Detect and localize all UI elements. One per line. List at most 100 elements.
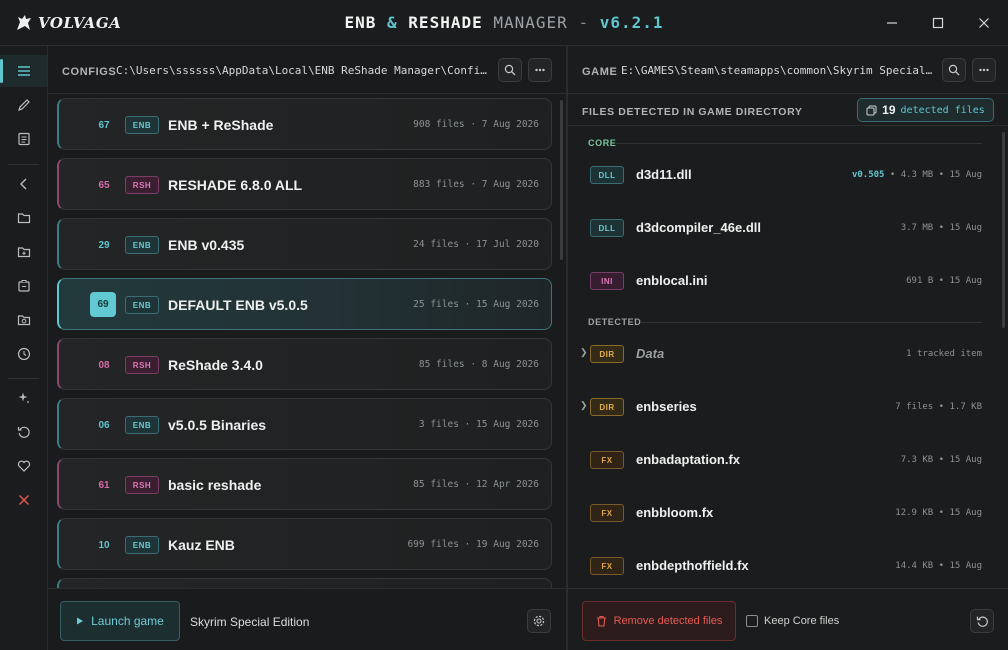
sparkle-icon: [18, 392, 29, 403]
sidebar-item-back[interactable]: [0, 168, 47, 200]
config-type-badge: ENB: [125, 296, 159, 314]
gear-icon: [533, 615, 545, 627]
sidebar-item-configs[interactable]: [0, 55, 47, 87]
file-row-folder[interactable]: ❯ DIR Data 1 tracked item: [568, 329, 1008, 379]
file-row[interactable]: DLL d3d11.dll v0.505 • 4.3 MB • 15 Aug: [568, 150, 1008, 200]
file-meta: 12.9 KB • 15 Aug: [895, 508, 982, 518]
configs-search-button[interactable]: [498, 58, 522, 82]
config-type-badge: ENB: [125, 536, 159, 554]
file-row[interactable]: FX enbdepthoffield.fx 14.4 KB • 15 Aug: [568, 541, 1008, 591]
sidebar-item-add-folder[interactable]: [0, 236, 47, 268]
keep-core-files-label: Keep Core files: [764, 615, 840, 627]
more-icon: [979, 68, 989, 72]
config-number: 06: [98, 420, 110, 431]
configs-scrollbar[interactable]: [560, 100, 563, 260]
config-item[interactable]: 29 ENB ENB v0.435 24 files · 17 Jul 2020: [57, 218, 552, 270]
file-meta: 7.3 KB • 15 Aug: [900, 455, 982, 465]
config-item[interactable]: 08 RSH ReShade 3.4.0 85 files · 8 Aug 20…: [57, 338, 552, 390]
close-button[interactable]: [962, 8, 1006, 38]
document-icon: [17, 132, 30, 146]
title-bar: VOLVAGA ENB & RESHADE MANAGER - v6.2.1: [0, 0, 1008, 46]
config-meta: 3 files · 15 Aug 2026: [418, 419, 539, 430]
config-meta: 699 files · 19 Aug 2026: [407, 539, 539, 550]
game-path[interactable]: E:\GAMES\Steam\steamapps\common\Skyrim S…: [621, 64, 934, 77]
sidebar-item-uninstall[interactable]: [0, 484, 47, 516]
launch-game-button[interactable]: Launch game: [60, 601, 180, 641]
folder-game-icon: [17, 315, 30, 326]
sidebar-item-edit[interactable]: [0, 89, 47, 121]
remove-detected-files-button[interactable]: Remove detected files: [582, 601, 736, 641]
chevron-right-icon[interactable]: ❯: [580, 347, 588, 358]
core-section-line: [616, 143, 982, 144]
game-search-button[interactable]: [942, 58, 966, 82]
package-icon: [17, 280, 30, 292]
config-type-badge: RSH: [125, 476, 159, 494]
config-type-badge: ENB: [125, 236, 159, 254]
config-number: 61: [98, 480, 110, 491]
config-type-badge: ENB: [125, 416, 159, 434]
file-type-badge: DIR: [590, 398, 624, 416]
folder-icon: [17, 213, 30, 224]
file-type-badge: DLL: [590, 219, 624, 237]
config-item[interactable]: 10 ENB Kauz ENB 699 files · 19 Aug 2026: [57, 518, 552, 570]
sidebar-item-favorite[interactable]: [0, 450, 47, 482]
config-name: v5.0.5 Binaries: [168, 417, 267, 433]
keep-core-files-checkbox[interactable]: [746, 615, 758, 627]
sidebar-item-history[interactable]: [0, 338, 47, 370]
files-detected-header: FILES DETECTED IN GAME DIRECTORY 19 dete…: [568, 94, 1008, 126]
configs-more-button[interactable]: [528, 58, 552, 82]
file-meta: 691 B • 15 Aug: [906, 276, 982, 286]
config-number: 29: [98, 240, 110, 251]
play-icon: [77, 617, 84, 625]
detected-files-badge[interactable]: 19 detected files: [857, 98, 994, 122]
sidebar-item-open-folder[interactable]: [0, 202, 47, 234]
config-type-badge: RSH: [125, 356, 159, 374]
file-name: d3dcompiler_46e.dll: [636, 220, 761, 235]
game-name: Skyrim Special Edition: [190, 615, 310, 629]
close-icon: [979, 18, 989, 28]
config-item[interactable]: 67 ENB ENB + ReShade 908 files · 7 Aug 2…: [57, 98, 552, 150]
refresh-button[interactable]: [970, 609, 994, 633]
sidebar-item-log[interactable]: [0, 123, 47, 155]
sidebar-item-restore[interactable]: [0, 416, 47, 448]
sidebar-item-game-folder[interactable]: [0, 304, 47, 336]
configs-path[interactable]: C:\Users\ssssss\AppData\Local\ENB ReShad…: [116, 64, 490, 77]
folder-add-icon: [17, 247, 30, 258]
configs-label: CONFIGS: [62, 66, 117, 78]
minimize-button[interactable]: [870, 8, 914, 38]
file-row[interactable]: FX enbbloom.fx 12.9 KB • 15 Aug: [568, 488, 1008, 538]
config-name: ReShade 3.4.0: [168, 357, 263, 373]
maximize-button[interactable]: [916, 8, 960, 38]
menu-icon: [17, 66, 30, 76]
config-item[interactable]: 65 RSH RESHADE 6.8.0 ALL 883 files · 7 A…: [57, 158, 552, 210]
settings-button[interactable]: [527, 609, 551, 633]
file-meta: 1 tracked item: [906, 349, 982, 359]
game-more-button[interactable]: [972, 58, 996, 82]
file-row[interactable]: FX enbadaptation.fx 7.3 KB • 15 Aug: [568, 435, 1008, 485]
keep-core-files-option[interactable]: Keep Core files: [746, 615, 839, 627]
chevron-right-icon[interactable]: ❯: [580, 400, 588, 411]
configs-panel: CONFIGS C:\Users\ssssss\AppData\Local\EN…: [48, 46, 566, 650]
detected-count: 19: [882, 103, 896, 117]
config-item[interactable]: 61 RSH basic reshade 85 files · 12 Apr 2…: [57, 458, 552, 510]
file-type-badge: DIR: [590, 345, 624, 363]
game-label: GAME: [582, 66, 618, 78]
file-row-folder[interactable]: ❯ DIR enbseries 7 files • 1.7 KB: [568, 382, 1008, 432]
file-type-badge: FX: [590, 451, 624, 469]
config-item[interactable]: 06 ENB v5.0.5 Binaries 3 files · 15 Aug …: [57, 398, 552, 450]
detected-section: DETECTED: [588, 317, 982, 327]
config-item-active[interactable]: 69 ENB DEFAULT ENB v5.0.5 25 files · 15 …: [57, 278, 552, 330]
sidebar-item-magic[interactable]: [0, 382, 47, 414]
file-row[interactable]: DLL d3dcompiler_46e.dll 3.7 MB • 15 Aug: [568, 203, 1008, 253]
game-footer: Remove detected files Keep Core files: [568, 588, 1008, 650]
game-panel: GAME E:\GAMES\Steam\steamapps\common\Sky…: [568, 46, 1008, 650]
file-type-badge: FX: [590, 504, 624, 522]
config-number: 69: [90, 292, 116, 317]
trash-icon: [596, 615, 606, 627]
sidebar-item-package[interactable]: [0, 270, 47, 302]
file-row[interactable]: INI enblocal.ini 691 B • 15 Aug: [568, 256, 1008, 306]
detected-section-line: [640, 322, 982, 323]
config-name: DEFAULT ENB v5.0.5: [168, 297, 308, 313]
more-icon: [535, 68, 545, 72]
files-scrollbar[interactable]: [1002, 132, 1005, 328]
